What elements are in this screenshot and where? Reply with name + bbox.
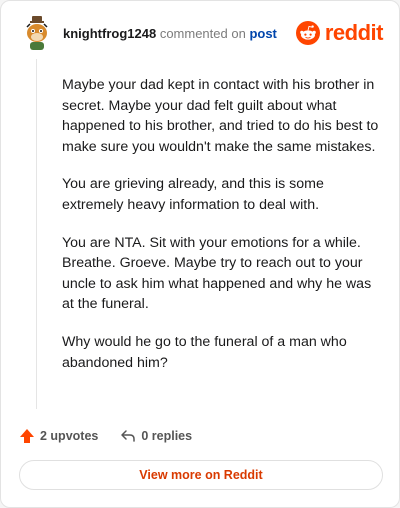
comment-embed-card: knightfrog1248 commented on post reddit … xyxy=(0,0,400,508)
comment-body: Maybe your dad kept in contact with his … xyxy=(62,75,380,390)
reply-arrow-icon xyxy=(121,430,136,442)
user-avatar[interactable] xyxy=(19,15,55,51)
post-link[interactable]: post xyxy=(249,26,276,41)
comment-actions: 2 upvotes 0 replies xyxy=(19,426,192,446)
comment-paragraph: Maybe your dad kept in contact with his … xyxy=(62,77,379,155)
reddit-logo[interactable]: reddit xyxy=(295,20,384,46)
username-link[interactable]: knightfrog1248 xyxy=(63,26,156,41)
comment-header: knightfrog1248 commented on post reddit xyxy=(19,15,384,55)
comment-paragraph: You are grieving already, and this is so… xyxy=(62,176,324,213)
reply-count: 0 replies xyxy=(141,429,193,443)
comment-paragraph: Why would he go to the funeral of a man … xyxy=(62,333,347,371)
reddit-snoo-icon xyxy=(295,21,320,45)
view-more-button[interactable]: View more on Reddit xyxy=(19,460,383,490)
thread-line xyxy=(36,59,37,409)
upvote-button[interactable]: 2 upvotes xyxy=(19,428,98,444)
reddit-wordmark: reddit xyxy=(324,20,384,45)
comment-byline: knightfrog1248 commented on post xyxy=(63,26,277,41)
commented-on-text: commented on xyxy=(159,26,246,41)
upvote-arrow-icon xyxy=(20,429,34,443)
upvote-count: 2 upvotes xyxy=(40,429,99,443)
replies-button[interactable]: 0 replies xyxy=(120,428,192,444)
comment-paragraph: You are NTA. Sit with your emotions for … xyxy=(62,234,372,313)
